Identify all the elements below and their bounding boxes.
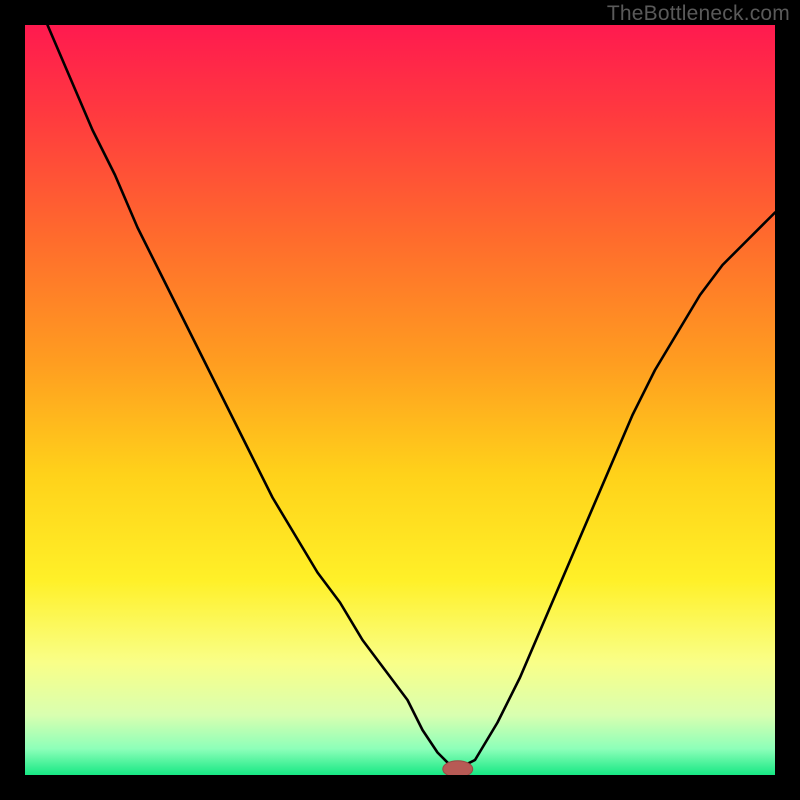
- bottleneck-chart-svg: [25, 25, 775, 775]
- gradient-background: [25, 25, 775, 775]
- minimum-marker: [443, 761, 473, 775]
- plot-area: [25, 25, 775, 775]
- watermark-text: TheBottleneck.com: [607, 2, 790, 26]
- chart-frame: TheBottleneck.com: [0, 0, 800, 800]
